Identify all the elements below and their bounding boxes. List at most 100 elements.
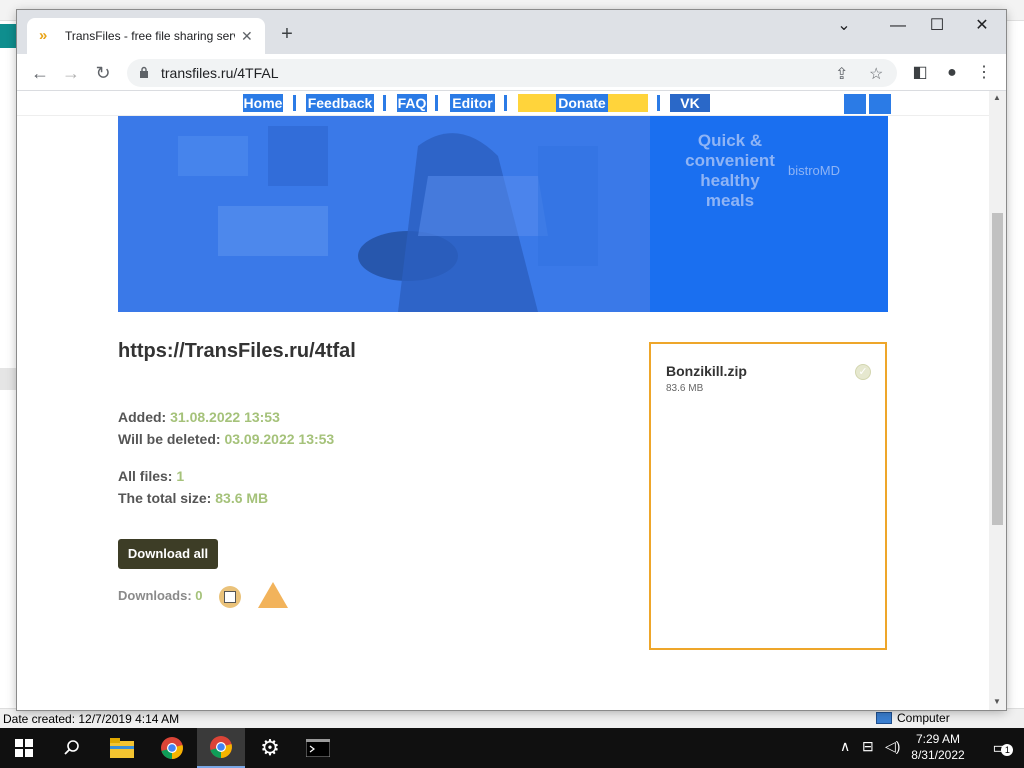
folder-icon xyxy=(110,738,134,758)
page-scrollbar[interactable]: ▲ ▼ xyxy=(989,91,1006,710)
taskbar-chrome-active[interactable] xyxy=(197,728,245,768)
terminal-icon xyxy=(306,739,330,757)
browser-window: » TransFiles - free file sharing service… xyxy=(17,10,1006,710)
downloads-label: Downloads: xyxy=(118,588,192,603)
deletion-row: Will be deleted: 03.09.2022 13:53 xyxy=(118,431,334,447)
scroll-thumb[interactable] xyxy=(992,213,1003,525)
tray-chevron-up-icon[interactable]: ∧ xyxy=(840,738,850,755)
all-files-row: All files: 1 xyxy=(118,468,184,484)
share-icon[interactable]: ⇪ xyxy=(835,64,848,84)
download-all-button[interactable]: Download all xyxy=(118,539,218,569)
address-bar[interactable]: transfiles.ru/4TFAL ⇪ ☆ xyxy=(127,59,897,87)
file-selected-check-icon[interactable]: ✓ xyxy=(855,364,871,380)
profile-avatar-icon[interactable]: ● xyxy=(941,62,963,84)
ad-banner[interactable]: Quick & convenient healthy meals bistroM… xyxy=(118,116,888,312)
nav-donate-label: Donate xyxy=(556,94,608,112)
search-button[interactable] xyxy=(48,728,96,768)
gear-icon: ⚙ xyxy=(260,735,280,760)
chrome-icon xyxy=(161,737,183,759)
all-files-value: 1 xyxy=(176,468,185,484)
close-window-button[interactable]: ✕ xyxy=(967,16,997,36)
action-center-button[interactable]: ▭ 1 xyxy=(976,728,1024,768)
file-name[interactable]: Bonzikill.zip xyxy=(666,363,747,379)
added-label: Added: xyxy=(118,409,167,425)
nav-separator xyxy=(657,95,660,111)
scroll-up-arrow-icon[interactable]: ▲ xyxy=(993,93,1001,102)
bookmark-star-icon[interactable]: ☆ xyxy=(869,64,883,84)
side-panel-icon[interactable]: ◧ xyxy=(909,62,931,84)
back-button[interactable]: ← xyxy=(29,62,51,84)
nav-separator xyxy=(383,95,386,111)
chrome-icon xyxy=(210,736,232,758)
qr-code-icon[interactable] xyxy=(219,586,241,608)
explorer-status-bar: Date created: 12/7/2019 4:14 AM Computer xyxy=(0,708,1024,729)
file-size: 83.6 MB xyxy=(666,383,704,394)
lock-icon xyxy=(140,66,148,78)
notification-count: 1 xyxy=(1001,744,1014,756)
close-tab-icon[interactable]: ✕ xyxy=(241,28,253,45)
maximize-button[interactable]: ☐ xyxy=(922,16,952,36)
tray-time: 7:29 AM xyxy=(915,732,961,746)
nav-feedback[interactable]: Feedback xyxy=(306,94,374,112)
nav-editor[interactable]: Editor xyxy=(450,94,495,112)
added-value: 31.08.2022 13:53 xyxy=(170,409,280,425)
start-button[interactable] xyxy=(0,728,48,768)
explorer-status-location: Computer xyxy=(876,711,950,725)
nav-faq[interactable]: FAQ xyxy=(397,94,427,112)
site-navbar: Home Feedback FAQ Editor Donate VK xyxy=(17,91,989,116)
minimize-button[interactable]: — xyxy=(883,16,913,36)
downloads-value: 0 xyxy=(195,588,203,603)
all-files-label: All files: xyxy=(118,468,173,484)
computer-icon xyxy=(876,712,892,724)
share-link[interactable]: https://TransFiles.ru/4tfal xyxy=(118,340,356,363)
tab-strip: » TransFiles - free file sharing service… xyxy=(17,10,1006,54)
forward-button[interactable]: → xyxy=(60,62,82,84)
downloads-count: Downloads: 0 xyxy=(118,588,203,603)
ad-brand-logo: bistroMD xyxy=(788,163,841,178)
browser-tab[interactable]: » TransFiles - free file sharing service… xyxy=(27,18,265,54)
file-card[interactable]: Bonzikill.zip 83.6 MB ✓ xyxy=(649,342,887,650)
added-row: Added: 31.08.2022 13:53 xyxy=(118,409,280,425)
ad-tagline: Quick & convenient healthy meals xyxy=(685,131,775,210)
nav-vk[interactable]: VK xyxy=(670,94,710,112)
deleted-label: Will be deleted: xyxy=(118,431,221,447)
total-size-value: 83.6 MB xyxy=(215,490,269,506)
new-tab-button[interactable]: + xyxy=(275,23,299,47)
nav-home[interactable]: Home xyxy=(243,94,283,112)
notification-icon: ▭ 1 xyxy=(992,738,1014,758)
nav-extra-button[interactable] xyxy=(844,94,866,114)
scroll-down-arrow-icon[interactable]: ▼ xyxy=(993,697,1001,706)
search-icon xyxy=(64,740,79,755)
windows-logo-icon xyxy=(15,739,33,757)
transfiles-favicon-icon: » xyxy=(39,27,48,44)
volume-icon[interactable]: ◁) xyxy=(885,738,900,755)
nav-separator xyxy=(435,95,438,111)
explorer-ribbon-edge xyxy=(0,24,18,48)
nav-donate[interactable]: Donate xyxy=(518,94,648,112)
network-icon[interactable]: ⊟ xyxy=(862,738,874,755)
ad-banner-panel: Quick & convenient healthy meals bistroM… xyxy=(650,116,888,312)
browser-toolbar: ← → ↻ transfiles.ru/4TFAL ⇪ ☆ ◧ ● ⋮ xyxy=(17,54,1006,91)
menu-kebab-icon[interactable]: ⋮ xyxy=(973,62,995,84)
reload-button[interactable]: ↻ xyxy=(92,62,114,84)
deleted-value: 03.09.2022 13:53 xyxy=(224,431,335,447)
tab-title: TransFiles - free file sharing service xyxy=(65,29,235,43)
nav-extra-button[interactable] xyxy=(869,94,891,114)
total-size-label: The total size: xyxy=(118,490,212,506)
taskbar-chrome[interactable] xyxy=(148,728,196,768)
taskbar-file-explorer[interactable] xyxy=(98,728,146,768)
tab-search-button[interactable]: ⌄ xyxy=(829,16,859,36)
taskbar-settings[interactable]: ⚙ xyxy=(246,728,294,768)
nav-separator xyxy=(504,95,507,111)
explorer-status-text: Date created: 12/7/2019 4:14 AM xyxy=(3,712,180,726)
taskbar-command-prompt[interactable] xyxy=(294,728,342,768)
explorer-status-location-label: Computer xyxy=(897,711,950,725)
explorer-list-edge xyxy=(0,368,18,390)
ad-banner-photo xyxy=(118,116,650,312)
nav-separator xyxy=(293,95,296,111)
page-viewport: Home Feedback FAQ Editor Donate VK Quick… xyxy=(17,91,1006,710)
report-warning-icon[interactable] xyxy=(257,580,289,610)
tray-clock[interactable]: 7:29 AM 8/31/2022 xyxy=(904,731,972,763)
total-size-row: The total size: 83.6 MB xyxy=(118,490,268,506)
tray-date: 8/31/2022 xyxy=(911,748,965,762)
